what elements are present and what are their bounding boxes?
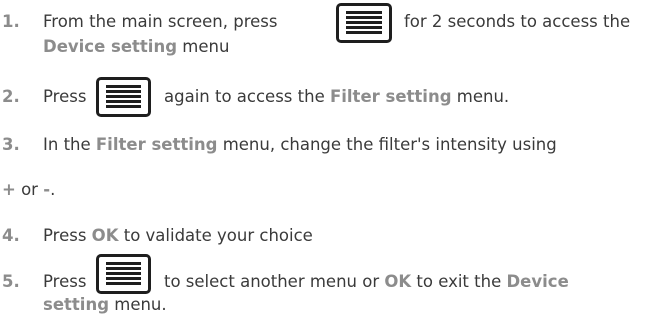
step-text: menu.	[109, 295, 167, 314]
step-text: Press	[43, 87, 87, 106]
step-text-line2: setting menu.	[43, 293, 167, 317]
step-text-line: Press OK to validate your choice	[43, 224, 313, 248]
step-text: menu, change the filter's intensity usin…	[217, 135, 557, 154]
step-text: or	[15, 180, 44, 199]
page: { "steps": [ { "number": "1.", "line1_be…	[0, 0, 663, 314]
ok-button-label: OK	[91, 226, 119, 245]
plus-symbol: +	[2, 180, 16, 199]
step-number: 4.	[2, 226, 20, 245]
menu-name: setting	[43, 295, 109, 314]
step-text: In the	[43, 135, 96, 154]
step-text: .	[50, 180, 56, 199]
menu-name: Filter setting	[329, 87, 452, 106]
step-text: for 2 seconds to access the	[404, 12, 631, 31]
step-text: to validate your choice	[118, 226, 313, 245]
step-text: Press	[43, 272, 87, 291]
step-number: 5.	[2, 272, 20, 291]
menu-lines-icon	[96, 254, 151, 294]
step-number: 1.	[2, 12, 20, 31]
step-text: to exit the	[411, 272, 507, 291]
step-text-line: In the Filter setting menu, change the f…	[43, 133, 557, 157]
step-text-rest: again to access the Filter setting menu.	[164, 85, 509, 109]
step-text-line2: Device setting menu	[43, 35, 229, 59]
menu-name: Filter setting	[95, 135, 218, 154]
step-text: Press	[43, 226, 92, 245]
step-number: 2.	[2, 87, 20, 106]
menu-name: Device	[506, 272, 569, 291]
step-text: menu	[177, 37, 230, 56]
step-text: to select another menu or	[164, 272, 385, 291]
step-text: again to access the	[164, 87, 330, 106]
step-text: From the main screen, press	[43, 12, 278, 31]
step-text: menu.	[451, 87, 510, 106]
menu-name: Device setting	[43, 37, 178, 56]
step-text-rest: to select another menu or OK to exit the…	[164, 270, 569, 294]
ok-button-label: OK	[384, 272, 412, 291]
step-text-continuation: + or -.	[2, 178, 55, 202]
menu-lines-icon	[336, 3, 392, 43]
menu-lines-icon	[96, 77, 151, 117]
step-number: 3.	[2, 135, 20, 154]
